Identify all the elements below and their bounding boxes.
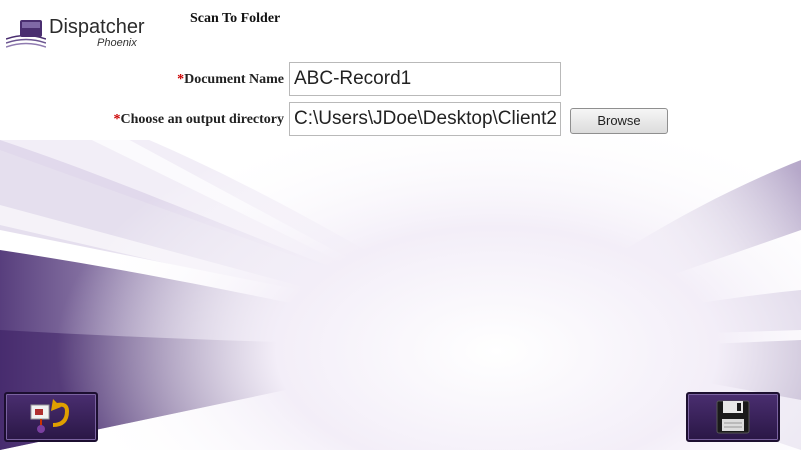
document-name-input[interactable]: ABC-Record1 [289,62,561,96]
document-name-label: *Document Name [100,72,284,88]
floppy-disk-icon [716,400,750,434]
required-marker: * [113,112,121,127]
output-directory-label: *Choose an output directory [40,112,284,128]
dispatcher-logo-icon [6,20,46,48]
page-title: Scan To Folder [190,11,281,26]
workflow-back-icon [30,399,70,433]
output-directory-label-text: Choose an output directory [120,112,284,127]
document-name-label-text: Document Name [184,72,284,87]
logo-name: Dispatcher [49,16,145,38]
output-directory-input[interactable]: C:\Users\JDoe\Desktop\Client2 [289,102,561,136]
browse-button[interactable]: Browse [570,108,668,134]
save-button[interactable] [686,392,780,442]
back-button[interactable] [4,392,98,442]
logo-subtitle: Phoenix [97,37,137,49]
